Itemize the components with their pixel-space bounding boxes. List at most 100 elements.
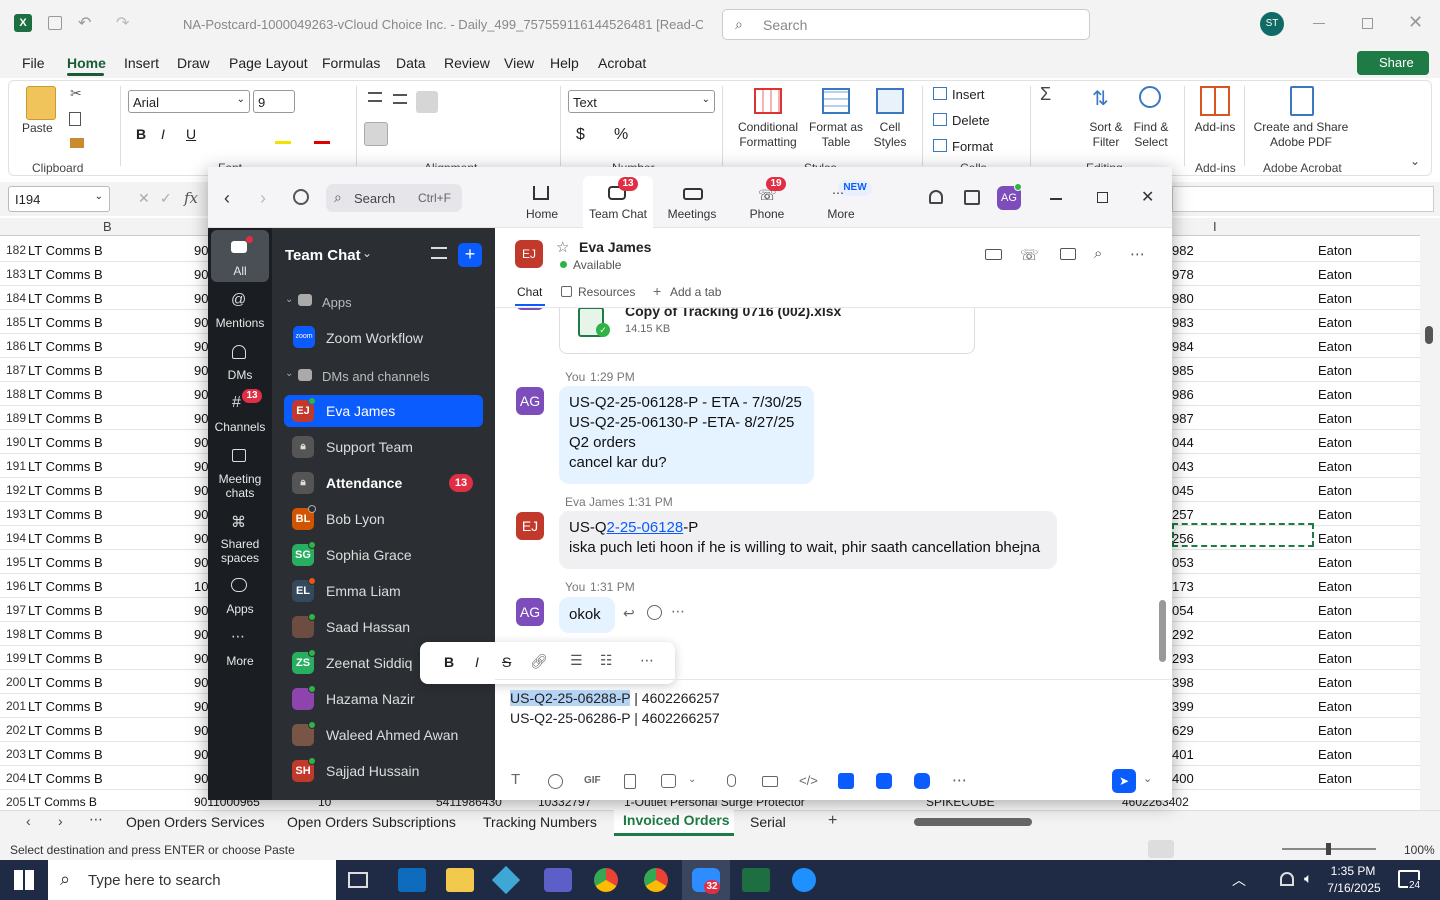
back-icon[interactable]: ‹ bbox=[224, 188, 230, 209]
microphone-icon[interactable] bbox=[727, 774, 736, 787]
rail-apps[interactable]: Apps bbox=[210, 602, 270, 616]
row-header[interactable]: 188 bbox=[0, 387, 26, 401]
table-cell[interactable]: 293 bbox=[1172, 651, 1194, 666]
list-item[interactable]: SH Sajjad Hussain bbox=[284, 755, 483, 787]
menu-page-layout[interactable]: Page Layout bbox=[229, 55, 308, 71]
table-cell[interactable]: LT Comms B bbox=[28, 411, 103, 426]
chrome-icon[interactable] bbox=[594, 868, 618, 892]
autosum-icon[interactable]: Σ bbox=[1040, 84, 1051, 105]
table-cell[interactable]: LT Comms B bbox=[28, 243, 103, 258]
addins-icon[interactable] bbox=[1200, 86, 1230, 116]
table-cell[interactable]: 90 bbox=[194, 603, 208, 618]
table-cell[interactable]: Eaton bbox=[1318, 387, 1352, 402]
contact-avatar[interactable]: EJ bbox=[515, 240, 543, 268]
table-cell[interactable]: LT Comms B bbox=[28, 291, 103, 306]
table-cell[interactable]: 044 bbox=[1172, 435, 1194, 450]
list-item[interactable]: Waleed Ahmed Awan bbox=[284, 719, 483, 751]
emoji-icon[interactable] bbox=[548, 774, 563, 789]
sheet-tab-tracking-numbers[interactable]: Tracking Numbers bbox=[483, 814, 597, 830]
video-call-icon[interactable] bbox=[985, 249, 1002, 260]
table-cell[interactable]: Eaton bbox=[1318, 483, 1352, 498]
scroll-thumb[interactable] bbox=[1425, 326, 1433, 344]
table-cell[interactable]: Eaton bbox=[1318, 747, 1352, 762]
table-cell[interactable]: Eaton bbox=[1318, 315, 1352, 330]
message-bubble[interactable]: US-Q2-25-06128-P - ETA - 7/30/25 US-Q2-2… bbox=[559, 386, 814, 484]
fill-color-icon[interactable] bbox=[275, 141, 291, 144]
reply-icon[interactable]: ↩ bbox=[623, 605, 635, 622]
formula-input[interactable] bbox=[1172, 186, 1434, 212]
format-as-table-icon[interactable] bbox=[822, 88, 850, 114]
table-cell[interactable]: 90 bbox=[194, 627, 208, 642]
conditional-formatting-icon[interactable] bbox=[754, 88, 782, 114]
table-cell[interactable]: 292 bbox=[1172, 627, 1194, 642]
list-item[interactable]: Hazama Nazir bbox=[284, 683, 483, 715]
zoom-workflow-item[interactable]: Zoom Workflow bbox=[326, 330, 423, 346]
table-cell[interactable]: 982 bbox=[1172, 243, 1194, 258]
percent-button[interactable]: % bbox=[614, 126, 628, 144]
zoom-level[interactable]: 100% bbox=[1404, 843, 1435, 857]
clock-time[interactable]: 1:35 PM bbox=[1330, 864, 1376, 878]
table-cell[interactable]: 90 bbox=[194, 459, 208, 474]
find-select-label[interactable]: Find & Select bbox=[1128, 120, 1174, 150]
table-cell[interactable]: 053 bbox=[1172, 555, 1194, 570]
row-header[interactable]: 185 bbox=[0, 315, 26, 329]
list-item[interactable]: SG Sophia Grace bbox=[284, 539, 483, 571]
list-item[interactable]: EJ Eva James bbox=[284, 395, 483, 427]
table-cell[interactable]: Eaton bbox=[1318, 699, 1352, 714]
forward-icon[interactable]: › bbox=[260, 188, 266, 209]
table-cell[interactable]: 984 bbox=[1172, 339, 1194, 354]
enter-icon[interactable]: ✓ bbox=[160, 190, 172, 207]
send-button[interactable]: ➤ bbox=[1112, 769, 1136, 793]
tab-chat[interactable]: Chat bbox=[517, 285, 542, 299]
message-link[interactable]: 2-25-06128 bbox=[607, 519, 684, 536]
zoom-slider-thumb[interactable] bbox=[1326, 843, 1331, 855]
apps-section-label[interactable]: Apps bbox=[322, 295, 352, 310]
align-middle-icon[interactable] bbox=[393, 94, 407, 104]
table-cell[interactable]: LT Comms B bbox=[28, 627, 103, 642]
cell-styles-icon[interactable] bbox=[876, 88, 904, 114]
table-cell[interactable]: Eaton bbox=[1318, 531, 1352, 546]
chrome-profile-icon[interactable] bbox=[644, 868, 668, 892]
sheet-tab-serial[interactable]: Serial bbox=[750, 814, 786, 830]
table-cell[interactable]: 399 bbox=[1172, 699, 1194, 714]
message-bubble[interactable]: US-Q2-25-06128-P iska puch leti hoon if … bbox=[559, 511, 1057, 569]
list-item[interactable]: Saad Hassan bbox=[284, 611, 483, 643]
video-message-icon[interactable] bbox=[762, 776, 778, 787]
close-icon[interactable]: ✕ bbox=[1408, 12, 1423, 33]
chevron-down-icon[interactable]: ⌄ bbox=[285, 294, 293, 305]
rail-mentions[interactable]: Mentions bbox=[210, 316, 270, 330]
menu-file[interactable]: File bbox=[22, 55, 45, 71]
numbered-list-icon[interactable]: ☷ bbox=[600, 652, 613, 669]
rail-meeting-chats[interactable]: Meeting chats bbox=[210, 472, 270, 500]
table-cell[interactable]: 90 bbox=[194, 243, 208, 258]
align-left-icon[interactable] bbox=[364, 122, 388, 146]
table-cell[interactable]: Eaton bbox=[1318, 363, 1352, 378]
menu-draw[interactable]: Draw bbox=[177, 55, 210, 71]
undo-icon[interactable]: ↶ bbox=[78, 13, 91, 33]
app-blue-round-icon[interactable] bbox=[914, 773, 930, 789]
table-cell[interactable]: Eaton bbox=[1318, 507, 1352, 522]
table-cell[interactable]: LT Comms B bbox=[28, 555, 103, 570]
table-cell[interactable]: Eaton bbox=[1318, 723, 1352, 738]
emoji-react-icon[interactable] bbox=[647, 605, 662, 620]
table-cell[interactable]: LT Comms B bbox=[28, 387, 103, 402]
table-cell[interactable]: Eaton bbox=[1318, 243, 1352, 258]
bold-button[interactable]: B bbox=[444, 654, 454, 670]
table-cell[interactable]: Eaton bbox=[1318, 459, 1352, 474]
currency-button[interactable]: $ bbox=[576, 126, 585, 144]
paste-icon[interactable] bbox=[26, 86, 56, 120]
message-avatar[interactable]: AG bbox=[516, 387, 544, 415]
row-header[interactable]: 203 bbox=[0, 747, 26, 761]
table-cell[interactable]: 90 bbox=[194, 747, 208, 762]
message-more-icon[interactable]: ⋯ bbox=[671, 603, 685, 620]
horizontal-scroll-thumb[interactable] bbox=[914, 818, 1032, 826]
excel-taskbar-icon[interactable] bbox=[742, 868, 770, 892]
bell-icon[interactable] bbox=[929, 190, 943, 204]
table-cell[interactable]: Eaton bbox=[1318, 627, 1352, 642]
table-cell[interactable]: 90 bbox=[194, 531, 208, 546]
table-cell[interactable]: LT Comms B bbox=[28, 435, 103, 450]
row-header[interactable]: 197 bbox=[0, 603, 26, 617]
delete-cells-label[interactable]: Delete bbox=[952, 113, 990, 128]
table-cell[interactable]: 90 bbox=[194, 363, 208, 378]
font-color-icon[interactable] bbox=[314, 141, 330, 144]
